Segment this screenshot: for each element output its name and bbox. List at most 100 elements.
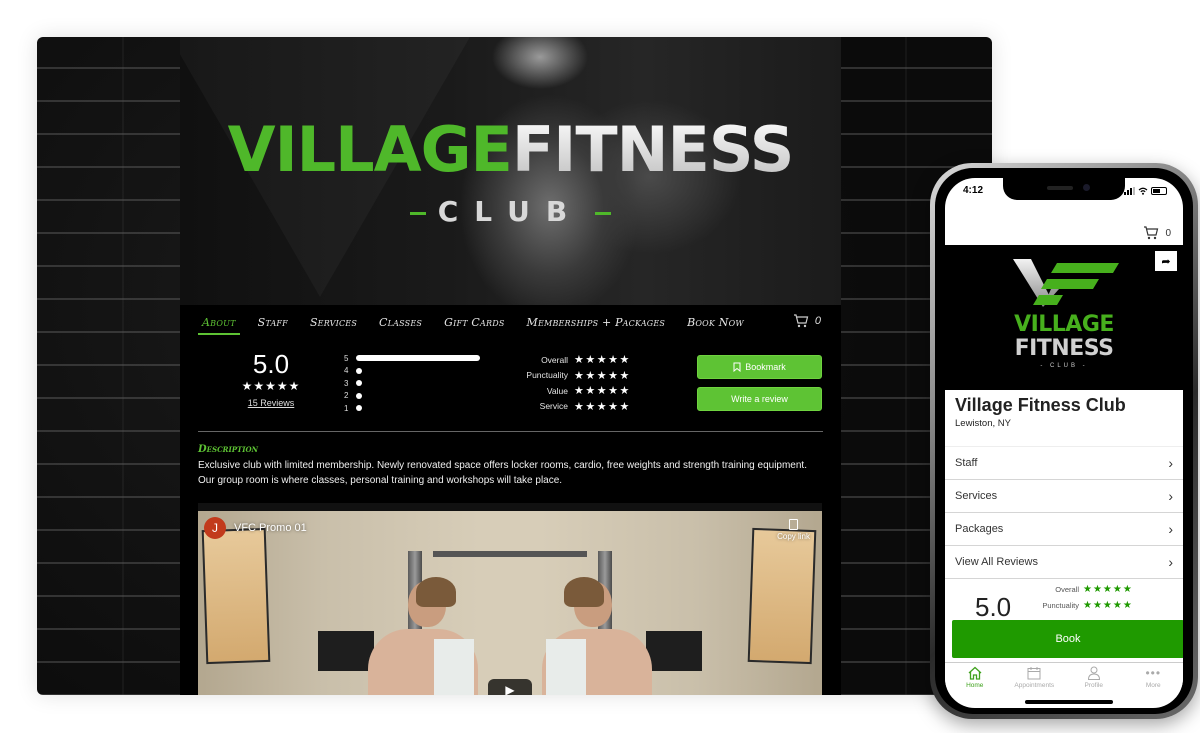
channel-avatar[interactable]: J bbox=[204, 517, 226, 539]
bookmark-icon bbox=[733, 362, 741, 372]
gym-machine-crossbar bbox=[433, 551, 587, 557]
category-stars: ★★★★★ bbox=[574, 400, 631, 413]
gym-equipment-right bbox=[646, 631, 702, 671]
tab-label: More bbox=[1145, 682, 1161, 689]
stage: VILLAGEFITNESS CLUB About Staff Services… bbox=[0, 0, 1200, 733]
menu-item-packages[interactable]: Packages › bbox=[945, 513, 1183, 546]
tab-profile[interactable]: Profile bbox=[1064, 663, 1124, 698]
cart-count: 0 bbox=[814, 315, 821, 327]
nav-tab-memberships-packages[interactable]: Memberships + Packages bbox=[523, 305, 670, 339]
mobile-rating-row: Punctuality ★★★★★ bbox=[1035, 600, 1133, 611]
category-stars: ★★★★★ bbox=[574, 385, 631, 398]
mobile-cart-button[interactable]: 0 bbox=[1143, 226, 1171, 240]
overall-score: 5.0 bbox=[252, 349, 290, 379]
tab-appointments[interactable]: Appointments bbox=[1005, 663, 1065, 698]
category-row: Value ★★★★★ bbox=[510, 383, 631, 399]
mobile-tab-bar: Home Appointments Profile ••• More bbox=[945, 662, 1183, 698]
speaker-grille bbox=[1047, 186, 1073, 190]
business-name: Village Fitness Club bbox=[955, 395, 1126, 415]
copy-link-button[interactable]: Copy link bbox=[777, 519, 810, 541]
nav-tab-gift-cards[interactable]: Gift Cards bbox=[440, 305, 508, 339]
distribution-label: 5 bbox=[344, 353, 349, 363]
mobile-cart-count: 0 bbox=[1165, 227, 1171, 239]
menu-item-label: Staff bbox=[955, 457, 978, 469]
description-section: Description Exclusive club with limited … bbox=[180, 431, 841, 514]
share-button[interactable]: ➦ bbox=[1155, 251, 1177, 271]
cart-button[interactable]: 0 bbox=[793, 314, 821, 328]
write-review-button[interactable]: Write a review bbox=[697, 387, 822, 411]
menu-item-label: Services bbox=[955, 490, 998, 502]
vitruvian-poster-right bbox=[747, 527, 817, 665]
more-icon: ••• bbox=[1145, 666, 1162, 680]
home-icon bbox=[968, 666, 982, 680]
book-button[interactable]: Book bbox=[952, 620, 1183, 658]
main-nav: About Staff Services Classes Gift Cards … bbox=[180, 305, 841, 339]
distribution-bar bbox=[356, 405, 362, 412]
nav-tab-about[interactable]: About bbox=[198, 305, 240, 339]
status-icons bbox=[1124, 187, 1167, 195]
bookmark-label: Bookmark bbox=[745, 362, 786, 372]
category-label: Service bbox=[539, 401, 568, 412]
user-icon bbox=[1087, 666, 1100, 680]
tab-more[interactable]: ••• More bbox=[1124, 663, 1184, 698]
tab-home[interactable]: Home bbox=[945, 663, 1005, 698]
tab-label: Profile bbox=[1084, 682, 1103, 689]
nav-tab-services[interactable]: Services bbox=[306, 305, 361, 339]
distribution-bar bbox=[356, 367, 362, 374]
front-camera bbox=[1083, 184, 1090, 191]
promo-video-player[interactable]: J VFC Promo 01 Copy link ▶ bbox=[198, 511, 822, 695]
video-header: J VFC Promo 01 bbox=[204, 517, 307, 539]
menu-item-label: View All Reviews bbox=[955, 556, 1038, 568]
reviews-link[interactable]: 15 Reviews bbox=[248, 398, 295, 408]
athlete-figure-left bbox=[368, 577, 488, 695]
cart-icon bbox=[793, 314, 809, 328]
distribution-label: 3 bbox=[344, 378, 349, 388]
nav-tab-staff[interactable]: Staff bbox=[254, 305, 292, 339]
distribution-bar bbox=[356, 380, 362, 387]
wifi-icon bbox=[1138, 187, 1148, 195]
overall-stars: ★★★★★ bbox=[241, 379, 301, 393]
hero-dash-left bbox=[409, 211, 426, 215]
mobile-rating-score: 5.0 bbox=[975, 592, 1012, 622]
athlete-hair bbox=[416, 577, 456, 607]
play-icon: ▶ bbox=[505, 683, 515, 695]
category-row: Service ★★★★★ bbox=[510, 399, 631, 415]
distribution-label: 4 bbox=[344, 366, 349, 376]
distribution-label: 2 bbox=[344, 391, 349, 401]
distribution-row: 1 bbox=[344, 402, 494, 415]
business-location: Lewiston, NY bbox=[955, 418, 1011, 429]
mobile-rating-label: Punctuality bbox=[1042, 601, 1079, 610]
vitruvian-poster-left bbox=[201, 527, 271, 665]
menu-item-view-all-reviews[interactable]: View All Reviews › bbox=[945, 546, 1183, 579]
copy-link-label: Copy link bbox=[777, 532, 810, 541]
phone-frame: 4:12 0 ➦ VILLAGE FITNESS - CLUB - Villag… bbox=[930, 163, 1198, 719]
overall-rating: 5.0 ★★★★★ 15 Reviews bbox=[236, 349, 306, 411]
home-indicator bbox=[1025, 700, 1113, 704]
athlete-tank-top bbox=[434, 639, 474, 695]
category-stars: ★★★★★ bbox=[574, 354, 631, 367]
nav-tab-book-now[interactable]: Book Now bbox=[683, 305, 748, 339]
battery-icon bbox=[1151, 187, 1167, 195]
category-label: Value bbox=[546, 385, 568, 396]
mobile-rating-stars: ★★★★★ bbox=[1083, 600, 1133, 611]
nav-tab-classes[interactable]: Classes bbox=[375, 305, 426, 339]
tab-label: Home bbox=[966, 682, 984, 689]
mobile-menu-list: Staff › Services › Packages › View All Revi… bbox=[945, 446, 1183, 579]
video-title[interactable]: VFC Promo 01 bbox=[234, 522, 307, 534]
vf-logo-mark bbox=[1013, 259, 1119, 307]
hero-dash-right bbox=[595, 211, 612, 215]
menu-item-services[interactable]: Services › bbox=[945, 480, 1183, 513]
hero-title-white: FITNESS bbox=[511, 113, 794, 186]
status-time: 4:12 bbox=[963, 185, 984, 196]
distribution-row: 3 bbox=[344, 377, 494, 390]
category-stars: ★★★★★ bbox=[574, 369, 631, 382]
bookmark-button[interactable]: Bookmark bbox=[697, 355, 822, 379]
copy-icon bbox=[789, 519, 799, 530]
menu-item-staff[interactable]: Staff › bbox=[945, 447, 1183, 480]
mobile-rating-label: Overall bbox=[1055, 585, 1079, 594]
chevron-right-icon: › bbox=[1168, 554, 1173, 570]
athlete-figure-right bbox=[532, 577, 652, 695]
booking-page: VILLAGEFITNESS CLUB About Staff Services… bbox=[180, 37, 841, 695]
distribution-bar bbox=[356, 355, 480, 362]
play-button[interactable]: ▶ bbox=[488, 679, 532, 695]
